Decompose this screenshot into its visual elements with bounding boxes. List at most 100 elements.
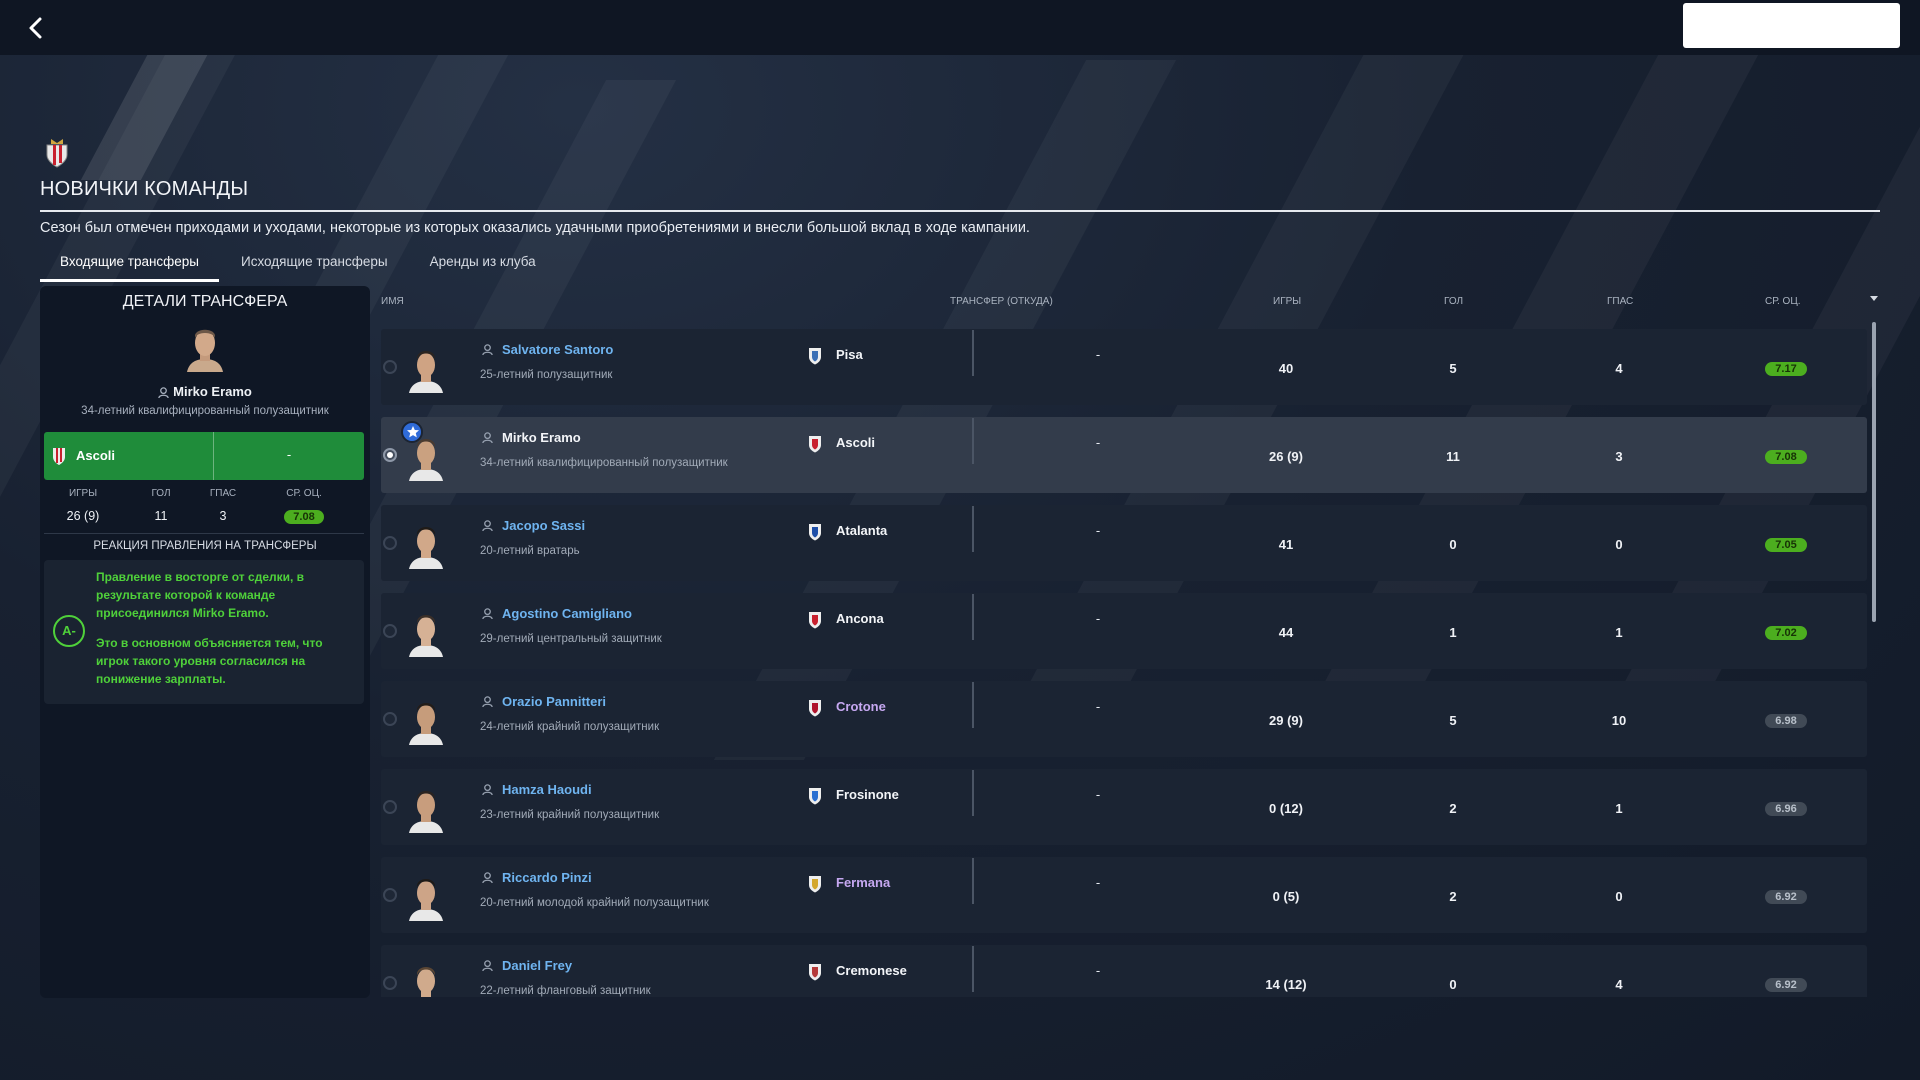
top-right-button[interactable] bbox=[1683, 3, 1900, 48]
reaction-line-1: Правление в восторге от сделки, в резуль… bbox=[96, 570, 305, 620]
from-club-link[interactable]: Ascoli bbox=[836, 435, 875, 450]
row-select-radio[interactable] bbox=[383, 360, 397, 374]
col-transfer-from[interactable]: ТРАНСФЕР (ОТКУДА) bbox=[950, 296, 1053, 307]
club-crest-icon bbox=[809, 700, 821, 717]
assists-value: 4 bbox=[1615, 977, 1623, 992]
sort-desc-icon[interactable] bbox=[1870, 296, 1878, 301]
player-name-link[interactable]: Agostino Camigliano bbox=[502, 606, 632, 621]
stat-rating-badge: 7.08 bbox=[284, 510, 324, 524]
reaction-line-2: Это в основном объясняется тем, что игро… bbox=[96, 636, 323, 686]
games-value: 26 (9) bbox=[1269, 449, 1303, 464]
from-club-link[interactable]: Frosinone bbox=[836, 787, 899, 802]
club-crest-icon bbox=[46, 139, 68, 168]
player-name-link[interactable]: Jacopo Sassi bbox=[502, 518, 585, 533]
player-desc: 22-летний фланговый защитник bbox=[480, 985, 651, 997]
detail-player-desc: 34-летний квалифицированный полузащитник bbox=[81, 405, 329, 417]
table-row[interactable]: Hamza Haoudi 23-летний крайний полузащитн… bbox=[381, 769, 1867, 845]
from-club-link[interactable]: Ancona bbox=[836, 611, 884, 626]
goals-value: 11 bbox=[1446, 449, 1460, 464]
rating-badge: 7.05 bbox=[1765, 538, 1807, 552]
table-row[interactable]: Daniel Frey 22-летний фланговый защитник C… bbox=[381, 945, 1867, 997]
column-divider bbox=[972, 506, 974, 552]
assists-value: 10 bbox=[1611, 713, 1627, 728]
player-name-link[interactable]: Salvatore Santoro bbox=[502, 342, 613, 357]
stat-label-goals: ГОЛ bbox=[151, 488, 171, 499]
club-crest-icon bbox=[809, 524, 821, 541]
table-header: ИМЯ ТРАНСФЕР (ОТКУДА) ИГРЫ ГОЛ ГПАС СР. … bbox=[380, 296, 1880, 310]
games-value: 14 (12) bbox=[1265, 977, 1307, 992]
table-row[interactable]: Riccardo Pinzi 20-летний молодой крайний … bbox=[381, 857, 1867, 933]
row-select-radio[interactable] bbox=[383, 976, 397, 990]
col-name[interactable]: ИМЯ bbox=[381, 296, 404, 307]
player-name-link[interactable]: Hamza Haoudi bbox=[502, 782, 592, 797]
row-select-radio[interactable] bbox=[383, 712, 397, 726]
player-face bbox=[409, 351, 443, 393]
person-icon bbox=[158, 387, 169, 399]
tab-incoming[interactable]: Входящие трансферы bbox=[40, 250, 219, 282]
games-value: 29 (9) bbox=[1269, 713, 1303, 728]
transfer-fee: - bbox=[286, 447, 292, 462]
row-select-radio[interactable] bbox=[383, 624, 397, 638]
col-games[interactable]: ИГРЫ bbox=[1273, 296, 1301, 307]
row-select-radio[interactable] bbox=[383, 800, 397, 814]
player-name-link[interactable]: Daniel Frey bbox=[502, 958, 572, 973]
stat-goals: 11 bbox=[154, 509, 168, 523]
table-row[interactable]: Jacopo Sassi 20-летний вратарь Atalanta - 41… bbox=[381, 505, 1867, 581]
tab-loans-out[interactable]: Аренды из клуба bbox=[410, 250, 556, 282]
col-goals[interactable]: ГОЛ bbox=[1444, 296, 1463, 307]
rating-badge: 6.98 bbox=[1765, 714, 1807, 728]
person-icon bbox=[482, 432, 493, 443]
col-assists[interactable]: ГПАС bbox=[1607, 296, 1633, 307]
tab-outgoing[interactable]: Исходящие трансферы bbox=[221, 250, 408, 282]
row-select-radio[interactable] bbox=[383, 536, 397, 550]
games-value: 0 (12) bbox=[1269, 801, 1303, 816]
stat-label-games: ИГРЫ bbox=[68, 488, 98, 499]
assists-value: 0 bbox=[1615, 537, 1623, 552]
from-club-link[interactable]: Fermana bbox=[836, 875, 890, 890]
column-divider bbox=[972, 858, 974, 904]
player-name-link[interactable]: Orazio Pannitteri bbox=[502, 694, 606, 709]
from-club-link[interactable]: Cremonese bbox=[836, 963, 907, 978]
person-icon bbox=[482, 784, 493, 795]
player-desc: 20-летний вратарь bbox=[480, 545, 580, 557]
back-button[interactable] bbox=[20, 12, 52, 44]
person-icon bbox=[482, 872, 493, 883]
club-crest-icon bbox=[809, 612, 821, 629]
goals-value: 1 bbox=[1449, 625, 1457, 640]
detail-stats-values: 26 (9) 11 3 7.08 bbox=[40, 509, 370, 524]
player-face bbox=[409, 703, 443, 745]
rating-badge: 6.92 bbox=[1765, 978, 1807, 992]
table-row[interactable]: Salvatore Santoro 25-летний полузащитник P… bbox=[381, 329, 1867, 405]
table-row[interactable]: Agostino Camigliano 29-летний центральный… bbox=[381, 593, 1867, 669]
assists-value: 1 bbox=[1615, 625, 1623, 640]
assists-value: 4 bbox=[1615, 361, 1623, 376]
player-desc: 29-летний центральный защитник bbox=[480, 633, 662, 645]
transfer-fee: - bbox=[1095, 611, 1101, 626]
player-desc: 23-летний крайний полузащитник bbox=[480, 809, 660, 821]
stat-label-rating: СР. ОЦ. bbox=[286, 488, 322, 499]
title-divider bbox=[40, 210, 1880, 212]
player-desc: 34-летний квалифицированный полузащитник bbox=[480, 457, 728, 469]
player-name-link[interactable]: Riccardo Pinzi bbox=[502, 870, 592, 885]
row-select-radio[interactable] bbox=[383, 888, 397, 902]
club-crest-icon bbox=[809, 964, 821, 981]
table-scrollbar[interactable] bbox=[1872, 322, 1876, 622]
stat-label-assists: ГПАС bbox=[209, 488, 237, 499]
from-club-link[interactable]: Crotone bbox=[836, 699, 886, 714]
transfer-details-panel: ДЕТАЛИ ТРАНСФЕРА Mirko Eramo 34-летний к… bbox=[40, 286, 370, 998]
table-row[interactable]: Mirko Eramo 34-летний квалифицированный п… bbox=[381, 417, 1867, 493]
col-rating[interactable]: СР. ОЦ. bbox=[1765, 296, 1801, 307]
table-row[interactable]: Orazio Pannitteri 24-летний крайний полуз… bbox=[381, 681, 1867, 757]
person-icon bbox=[482, 608, 493, 619]
player-desc: 25-летний полузащитник bbox=[480, 369, 613, 381]
player-name-link[interactable]: Mirko Eramo bbox=[502, 430, 581, 445]
from-club-link[interactable]: Atalanta bbox=[836, 523, 887, 538]
column-divider bbox=[972, 770, 974, 816]
player-face bbox=[409, 615, 443, 657]
row-select-radio[interactable] bbox=[383, 448, 397, 462]
from-club-link[interactable]: Pisa bbox=[836, 347, 863, 362]
person-icon bbox=[482, 520, 493, 531]
column-divider bbox=[972, 682, 974, 728]
rating-badge: 7.02 bbox=[1765, 626, 1807, 640]
stat-assists: 3 bbox=[219, 509, 227, 523]
